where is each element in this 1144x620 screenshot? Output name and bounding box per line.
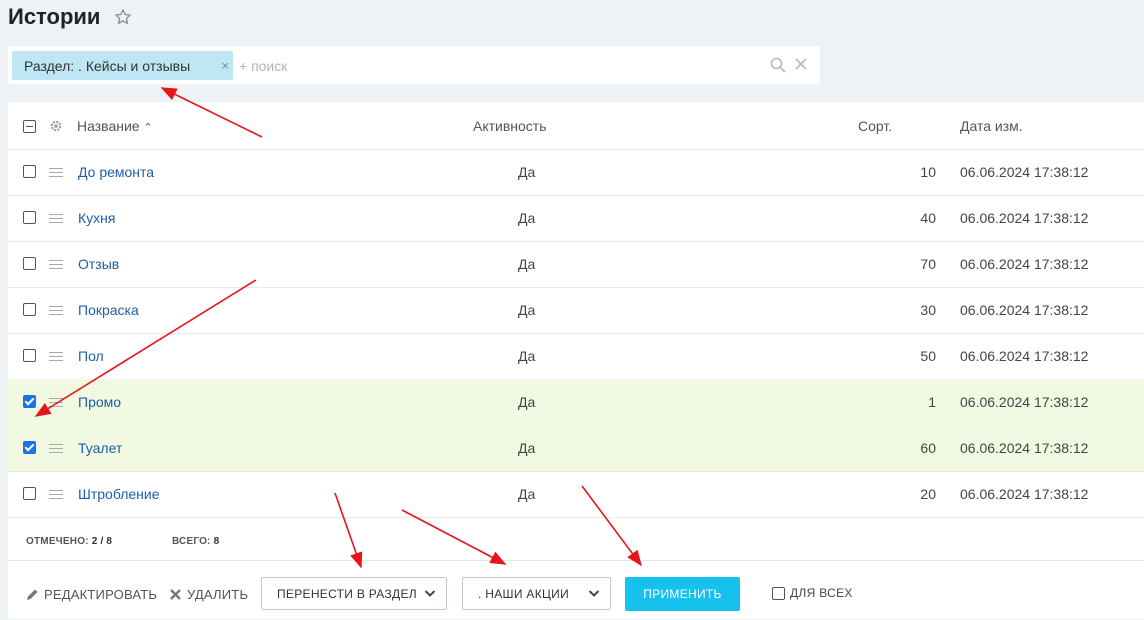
row-name-link[interactable]: Покраска	[78, 302, 139, 318]
chip-close-icon[interactable]: ×	[221, 58, 229, 73]
section-select-value: . НАШИ АКЦИИ	[478, 586, 570, 601]
for-all-label: ДЛЯ ВСЕХ	[790, 586, 853, 600]
delete-button-label: УДАЛИТЬ	[187, 587, 249, 602]
row-active: Да	[518, 256, 536, 272]
drag-handle-icon[interactable]	[49, 168, 63, 177]
row-checkbox[interactable]	[23, 257, 36, 270]
row-active: Да	[518, 440, 536, 456]
search-input[interactable]: + поиск	[239, 58, 287, 74]
drag-handle-icon[interactable]	[49, 214, 63, 223]
row-checkbox[interactable]	[23, 165, 36, 178]
table-row[interactable]: Туалет Да 60 06.06.2024 17:38:12	[8, 425, 1144, 472]
row-sort: 60	[920, 440, 936, 456]
sort-asc-icon: ⌃	[143, 122, 153, 134]
action-select-value: ПЕРЕНЕСТИ В РАЗДЕЛ	[277, 586, 417, 601]
row-checkbox[interactable]	[23, 211, 36, 224]
column-name-label: Название	[77, 118, 140, 134]
filter-chip[interactable]: Раздел: . Кейсы и отзывы ×	[12, 51, 233, 80]
gear-icon[interactable]	[49, 119, 63, 133]
row-date: 06.06.2024 17:38:12	[960, 164, 1089, 180]
drag-handle-icon[interactable]	[49, 490, 63, 499]
row-active: Да	[518, 302, 536, 318]
row-sort: 20	[920, 486, 936, 502]
row-checkbox[interactable]	[23, 487, 36, 500]
table-row[interactable]: Пол Да 50 06.06.2024 17:38:12	[8, 333, 1144, 380]
select-all-checkbox[interactable]	[23, 120, 36, 133]
chevron-down-icon	[424, 590, 436, 597]
row-active: Да	[518, 210, 536, 226]
edit-button-label: РЕДАКТИРОВАТЬ	[44, 587, 158, 602]
close-icon[interactable]	[794, 57, 808, 71]
row-name-link[interactable]: До ремонта	[78, 164, 154, 180]
filter-chip-label: Раздел: . Кейсы и отзывы	[24, 57, 191, 74]
action-select[interactable]: ПЕРЕНЕСТИ В РАЗДЕЛ	[261, 577, 447, 610]
selected-count: ОТМЕЧЕНО: 2 / 8	[26, 536, 112, 547]
column-sort[interactable]: Сорт.	[858, 118, 892, 134]
for-all-option[interactable]: ДЛЯ ВСЕХ	[772, 586, 853, 600]
grid-header: Название ⌃ Активность Сорт. Дата изм.	[8, 102, 1144, 150]
row-active: Да	[518, 348, 536, 364]
edit-button[interactable]: РЕДАКТИРОВАТЬ	[25, 587, 157, 602]
row-active: Да	[518, 394, 536, 410]
selected-count-label: ОТМЕЧЕНО:	[26, 536, 89, 547]
column-name[interactable]: Название ⌃	[77, 118, 153, 134]
table-row[interactable]: До ремонта Да 10 06.06.2024 17:38:12	[8, 149, 1144, 196]
row-date: 06.06.2024 17:38:12	[960, 440, 1089, 456]
drag-handle-icon[interactable]	[49, 352, 63, 361]
selected-count-value: 2 / 8	[91, 536, 113, 547]
row-checkbox[interactable]	[23, 303, 36, 316]
row-name-link[interactable]: Пол	[78, 348, 104, 364]
row-name-link[interactable]: Отзыв	[78, 256, 119, 272]
row-date: 06.06.2024 17:38:12	[960, 394, 1089, 410]
row-date: 06.06.2024 17:38:12	[960, 210, 1089, 226]
total-count-label: ВСЕГО:	[172, 536, 211, 547]
row-sort: 40	[920, 210, 936, 226]
drag-handle-icon[interactable]	[49, 260, 63, 269]
drag-handle-icon[interactable]	[49, 398, 63, 407]
apply-button[interactable]: ПРИМЕНИТЬ	[625, 577, 740, 611]
row-sort: 10	[920, 164, 936, 180]
row-name-link[interactable]: Промо	[78, 394, 121, 410]
row-name-link[interactable]: Кухня	[78, 210, 115, 226]
drag-handle-icon[interactable]	[49, 444, 63, 453]
chevron-down-icon	[588, 590, 600, 597]
row-sort: 50	[920, 348, 936, 364]
section-select[interactable]: . НАШИ АКЦИИ	[462, 577, 611, 610]
table-row[interactable]: Отзыв Да 70 06.06.2024 17:38:12	[8, 241, 1144, 288]
row-sort: 1	[928, 394, 936, 410]
table-row[interactable]: Покраска Да 30 06.06.2024 17:38:12	[8, 287, 1144, 334]
row-date: 06.06.2024 17:38:12	[960, 486, 1089, 502]
total-count-value: 8	[213, 536, 220, 547]
column-date[interactable]: Дата изм.	[960, 118, 1023, 134]
pencil-icon	[27, 589, 38, 600]
row-name-link[interactable]: Штробление	[78, 486, 160, 502]
filter-search-bar[interactable]: Раздел: . Кейсы и отзывы × + поиск	[8, 46, 820, 84]
delete-button[interactable]: УДАЛИТЬ	[169, 587, 248, 602]
row-active: Да	[518, 486, 536, 502]
table-row[interactable]: Штробление Да 20 06.06.2024 17:38:12	[8, 471, 1144, 518]
row-name-link[interactable]: Туалет	[78, 440, 122, 456]
row-active: Да	[518, 164, 536, 180]
row-checkbox[interactable]	[23, 441, 36, 454]
row-date: 06.06.2024 17:38:12	[960, 348, 1089, 364]
row-checkbox[interactable]	[23, 349, 36, 362]
for-all-checkbox[interactable]	[772, 586, 785, 600]
row-date: 06.06.2024 17:38:12	[960, 256, 1089, 272]
search-icon[interactable]	[770, 57, 786, 73]
drag-handle-icon[interactable]	[49, 306, 63, 315]
row-date: 06.06.2024 17:38:12	[960, 302, 1089, 318]
cross-icon	[170, 589, 181, 600]
row-sort: 30	[920, 302, 936, 318]
star-icon[interactable]	[114, 8, 132, 26]
title-bar: Истории	[8, 2, 132, 32]
data-grid: Название ⌃ Активность Сорт. Дата изм. До…	[8, 102, 1144, 619]
row-sort: 70	[920, 256, 936, 272]
page-title: Истории	[8, 4, 101, 29]
total-count: ВСЕГО: 8	[172, 536, 219, 547]
table-row[interactable]: Кухня Да 40 06.06.2024 17:38:12	[8, 195, 1144, 242]
action-toolbar: РЕДАКТИРОВАТЬ УДАЛИТЬ ПЕРЕНЕСТИ В РАЗДЕЛ…	[8, 560, 1144, 620]
column-active[interactable]: Активность	[473, 118, 547, 134]
table-row[interactable]: Промо Да 1 06.06.2024 17:38:12	[8, 379, 1144, 426]
row-checkbox[interactable]	[23, 395, 36, 408]
